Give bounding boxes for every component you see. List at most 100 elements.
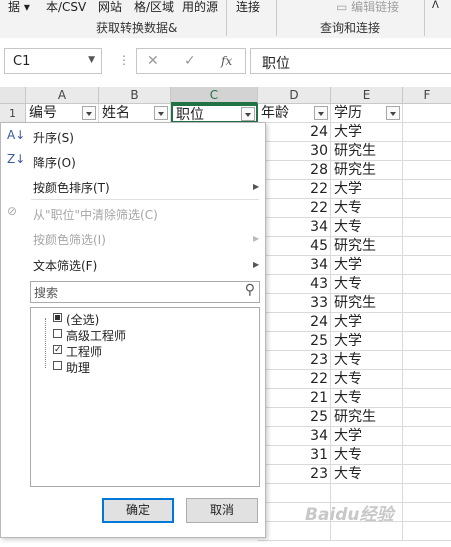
checklist-item-assistant[interactable]: 助理	[53, 359, 90, 376]
cancel-icon[interactable]: ✕	[147, 53, 159, 69]
checkbox-unchecked[interactable]	[53, 361, 62, 370]
column-header-f[interactable]: F	[403, 87, 451, 104]
ribbon-more-icon[interactable]: ᐱ	[432, 0, 439, 11]
cell-age[interactable]: 43	[258, 275, 331, 294]
filter-dropdown-button[interactable]	[154, 106, 168, 120]
ribbon-recent-sources-button[interactable]: 用的源	[182, 0, 218, 15]
column-header-c[interactable]: C	[171, 87, 258, 104]
header-cell-position[interactable]: 职位	[171, 104, 258, 123]
checklist-item-select-all[interactable]: (全选)	[53, 311, 99, 328]
filter-dropdown-button[interactable]	[241, 107, 255, 121]
cell-education[interactable]: 大学	[331, 180, 403, 199]
cell-education[interactable]: 大专	[331, 370, 403, 389]
cell-age[interactable]: 30	[258, 142, 331, 161]
checkbox-partial[interactable]	[53, 313, 62, 322]
ribbon-edit-links-button[interactable]: ▭ 编辑链接	[336, 0, 399, 15]
cell-age[interactable]: 24	[258, 313, 331, 332]
cell-f[interactable]	[403, 351, 451, 370]
cell-f[interactable]	[403, 142, 451, 161]
cell-f[interactable]	[403, 256, 451, 275]
row-header-1[interactable]: 1	[0, 104, 26, 123]
menu-text-filters[interactable]: 文本筛选(F)	[33, 257, 97, 274]
cell-f1[interactable]	[403, 104, 451, 123]
menu-sort-descending[interactable]: 降序(O)	[33, 154, 76, 171]
cell-f[interactable]	[403, 446, 451, 465]
cell-age[interactable]: 25	[258, 332, 331, 351]
column-header-b[interactable]: B	[99, 87, 171, 104]
filter-search-input[interactable]: 搜索 ⚲	[30, 281, 260, 303]
cancel-button[interactable]: 取消	[186, 498, 258, 523]
header-cell-id[interactable]: 编号	[26, 104, 99, 123]
cell-f[interactable]	[403, 275, 451, 294]
cell-age[interactable]: 23	[258, 351, 331, 370]
checkbox-checked[interactable]: ✓	[53, 345, 62, 355]
filter-dropdown-button[interactable]	[386, 106, 400, 120]
cell-f[interactable]	[403, 123, 451, 142]
cell-education[interactable]: 大学	[331, 123, 403, 142]
ribbon-from-csv-button[interactable]: 本/CSV	[46, 0, 86, 15]
cell-education[interactable]: 大学	[331, 313, 403, 332]
filter-dropdown-button[interactable]	[314, 106, 328, 120]
cell-age[interactable]: 45	[258, 237, 331, 256]
cell-education[interactable]: 研究生	[331, 237, 403, 256]
ribbon-from-range-button[interactable]: 格/区域	[134, 0, 174, 15]
cell-f[interactable]	[403, 427, 451, 446]
ribbon-from-web-button[interactable]: 网站	[98, 0, 122, 15]
ok-button[interactable]: 确定	[102, 498, 174, 523]
empty-cell[interactable]	[403, 484, 451, 503]
empty-cell[interactable]	[403, 503, 451, 522]
cell-f[interactable]	[403, 218, 451, 237]
cell-age[interactable]: 23	[258, 465, 331, 484]
header-cell-education[interactable]: 学历	[331, 104, 403, 123]
cell-education[interactable]: 大专	[331, 446, 403, 465]
header-cell-age[interactable]: 年龄	[258, 104, 331, 123]
filter-dropdown-button[interactable]	[82, 106, 96, 120]
column-header-a[interactable]: A	[26, 87, 99, 104]
checklist-item-engineer[interactable]: ✓ 工程师	[53, 343, 102, 360]
cell-education[interactable]: 大专	[331, 389, 403, 408]
insert-function-icon[interactable]: fx	[221, 54, 232, 68]
cell-f[interactable]	[403, 294, 451, 313]
cell-age[interactable]: 21	[258, 389, 331, 408]
cell-education[interactable]: 大学	[331, 256, 403, 275]
column-header-e[interactable]: E	[331, 87, 403, 104]
cell-education[interactable]: 大专	[331, 199, 403, 218]
cell-education[interactable]: 大专	[331, 275, 403, 294]
cell-education[interactable]: 大专	[331, 465, 403, 484]
cell-age[interactable]: 22	[258, 180, 331, 199]
cell-age[interactable]: 28	[258, 161, 331, 180]
ribbon-get-data-button[interactable]: 据 ▾	[8, 0, 30, 15]
cell-f[interactable]	[403, 332, 451, 351]
cell-education[interactable]: 大学	[331, 427, 403, 446]
cell-education[interactable]: 研究生	[331, 408, 403, 427]
menu-sort-ascending[interactable]: 升序(S)	[33, 129, 74, 146]
drag-handle-icon[interactable]: ⋮	[118, 53, 130, 67]
select-all-corner[interactable]	[0, 87, 26, 104]
cell-education[interactable]: 大专	[331, 218, 403, 237]
cell-f[interactable]	[403, 370, 451, 389]
cell-f[interactable]	[403, 180, 451, 199]
cell-f[interactable]	[403, 199, 451, 218]
menu-clear-filter[interactable]: 从"职位"中清除筛选(C)	[33, 206, 158, 223]
chevron-down-icon[interactable]: ▼	[88, 55, 95, 65]
cell-age[interactable]: 24	[258, 123, 331, 142]
cell-education[interactable]: 研究生	[331, 142, 403, 161]
cell-age[interactable]: 34	[258, 218, 331, 237]
cell-f[interactable]	[403, 313, 451, 332]
cell-education[interactable]: 大专	[331, 351, 403, 370]
name-box[interactable]: C1 ▼	[4, 48, 102, 74]
cell-age[interactable]: 34	[258, 427, 331, 446]
menu-filter-by-color[interactable]: 按颜色筛选(I)	[33, 231, 106, 248]
cell-f[interactable]	[403, 408, 451, 427]
cell-age[interactable]: 22	[258, 370, 331, 389]
checkbox-unchecked[interactable]	[53, 329, 62, 338]
formula-input[interactable]: 职位	[250, 48, 451, 74]
cell-age[interactable]: 22	[258, 199, 331, 218]
cell-f[interactable]	[403, 465, 451, 484]
cell-education[interactable]: 大学	[331, 332, 403, 351]
empty-cell[interactable]	[403, 522, 451, 541]
cell-f[interactable]	[403, 161, 451, 180]
header-cell-name[interactable]: 姓名	[99, 104, 171, 123]
cell-education[interactable]: 研究生	[331, 294, 403, 313]
ribbon-connections-button[interactable]: 连接	[236, 0, 260, 15]
